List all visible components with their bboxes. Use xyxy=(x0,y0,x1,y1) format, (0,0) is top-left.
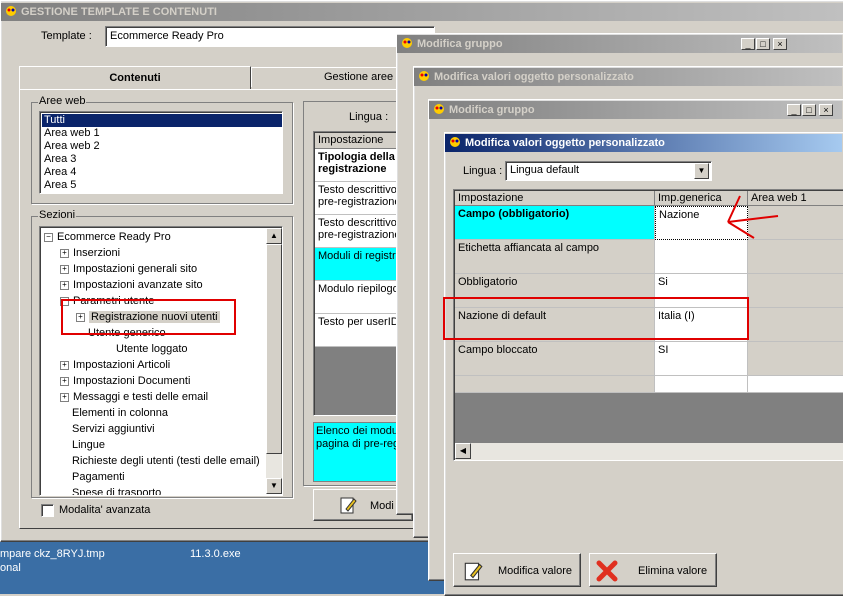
tree-scrollbar[interactable]: ▲ ▼ xyxy=(266,228,282,494)
dialog-titlebar[interactable]: Modifica valori oggetto personalizzato xyxy=(445,134,842,152)
modifica-valore-button[interactable]: Modifica valore xyxy=(453,553,581,587)
dialog-modifica-valori-front: Modifica valori oggetto personalizzato L… xyxy=(444,132,843,596)
tree-item[interactable]: + Impostazioni avanzate sito xyxy=(60,277,203,293)
minimize-button[interactable]: _ xyxy=(787,104,801,116)
edit-icon xyxy=(464,562,483,581)
table-row-empty[interactable] xyxy=(748,376,843,393)
app-icon xyxy=(434,104,444,114)
app-icon xyxy=(402,38,412,48)
grid-hscrollbar[interactable]: ◀ xyxy=(455,443,843,460)
table-row-name[interactable]: Etichetta affiancata al campo xyxy=(455,240,655,274)
dialog-titlebar[interactable]: Modifica gruppo xyxy=(429,101,842,119)
taskbar-item[interactable]: onal xyxy=(0,562,21,574)
table-row-area[interactable] xyxy=(748,240,843,274)
sezioni-tree[interactable]: − Ecommerce Ready Pro + Inserzioni + Impost… xyxy=(39,226,283,496)
tree-item[interactable]: Spese di trasporto xyxy=(72,485,161,495)
expand-icon[interactable]: + xyxy=(60,280,69,290)
tree-item[interactable]: − Ecommerce Ready Pro xyxy=(44,229,171,245)
table-row-empty[interactable] xyxy=(455,376,655,393)
edit-icon xyxy=(340,497,357,514)
tree-item[interactable]: Pagamenti xyxy=(72,469,125,485)
table-row-area[interactable] xyxy=(748,342,843,376)
lingua-label: Lingua : xyxy=(463,165,503,177)
list-item[interactable]: Area 5 xyxy=(44,179,76,191)
annotation-arrow xyxy=(727,195,779,239)
template-label: Template : xyxy=(41,30,92,42)
app-icon xyxy=(6,6,16,16)
maximize-button[interactable]: □ xyxy=(802,104,816,116)
tree-item[interactable]: + Messaggi e testi delle email xyxy=(60,389,208,405)
taskbar-item[interactable]: ckz_8RYJ.tmp xyxy=(34,548,105,560)
close-button[interactable]: × xyxy=(773,38,787,50)
list-item[interactable]: Tutti xyxy=(42,114,282,127)
main-window-titlebar[interactable]: GESTIONE TEMPLATE E CONTENUTI xyxy=(1,3,843,21)
expand-icon[interactable]: + xyxy=(60,360,69,370)
tree-item[interactable]: + Inserzioni xyxy=(60,245,120,261)
list-item[interactable]: Area 3 xyxy=(44,153,76,165)
tab-gestione-aree[interactable]: Gestione aree xyxy=(251,67,411,87)
scroll-down-icon[interactable]: ▼ xyxy=(266,478,282,494)
app-icon xyxy=(450,137,460,147)
tree-item[interactable]: Utente loggato xyxy=(116,341,188,357)
tab-contenuti[interactable]: Contenuti xyxy=(19,66,251,90)
app-icon xyxy=(419,71,429,81)
dialog-titlebar[interactable]: Modifica valori oggetto personalizzato xyxy=(414,68,842,86)
highlight-registrazione xyxy=(61,299,236,335)
tree-item[interactable]: Lingue xyxy=(72,437,105,453)
elimina-valore-button[interactable]: Elimina valore xyxy=(589,553,717,587)
aree-web-list[interactable]: Tutti Area web 1 Area web 2 Area 3 Area … xyxy=(39,111,283,194)
lingua-select[interactable]: Lingua default ▼ xyxy=(505,161,712,181)
expand-icon[interactable]: + xyxy=(60,376,69,386)
maximize-button[interactable]: □ xyxy=(756,38,770,50)
table-row-value[interactable] xyxy=(655,240,748,274)
list-item[interactable]: Area 4 xyxy=(44,166,76,178)
table-row-area[interactable] xyxy=(748,308,843,342)
template-field[interactable]: Ecommerce Ready Pro xyxy=(105,26,435,47)
tree-item[interactable]: Elementi in colonna xyxy=(72,405,168,421)
modalita-avanzata-label: Modalita' avanzata xyxy=(59,504,151,516)
expand-icon[interactable]: + xyxy=(60,264,69,274)
collapse-icon[interactable]: − xyxy=(44,232,53,242)
scroll-left-icon[interactable]: ◀ xyxy=(455,443,471,459)
tree-item[interactable]: Servizi aggiuntivi xyxy=(72,421,155,437)
scroll-up-icon[interactable]: ▲ xyxy=(266,228,282,244)
expand-icon[interactable]: + xyxy=(60,248,69,258)
table-row-name[interactable]: Campo bloccato xyxy=(455,342,655,376)
list-item[interactable]: Area web 2 xyxy=(44,140,100,152)
modalita-avanzata-checkbox[interactable] xyxy=(41,504,54,517)
main-window-title: GESTIONE TEMPLATE E CONTENUTI xyxy=(21,6,217,18)
tree-item[interactable]: + Impostazioni Documenti xyxy=(60,373,190,389)
list-item[interactable]: Area web 1 xyxy=(44,127,100,139)
delete-x-icon xyxy=(596,560,618,582)
expand-icon[interactable]: + xyxy=(60,392,69,402)
tree-item[interactable]: Richieste degli utenti (testi delle emai… xyxy=(72,453,260,469)
table-row-empty[interactable] xyxy=(655,376,748,393)
table-row-area[interactable] xyxy=(748,274,843,308)
taskbar-item[interactable]: 11.3.0.exe xyxy=(190,548,241,560)
lingua-label: Lingua : xyxy=(349,111,389,123)
column-header[interactable]: Impostazione xyxy=(455,191,655,206)
table-row-name[interactable]: Campo (obbligatorio) xyxy=(455,206,655,240)
tree-item[interactable]: + Impostazioni Articoli xyxy=(60,357,170,373)
tree-item[interactable]: + Impostazioni generali sito xyxy=(60,261,197,277)
scroll-thumb[interactable] xyxy=(266,244,282,454)
highlight-nazione-di-default xyxy=(443,297,749,340)
close-button[interactable]: × xyxy=(819,104,833,116)
table-row-value[interactable]: SI xyxy=(655,342,748,376)
taskbar-item[interactable]: mpare xyxy=(0,548,31,560)
minimize-button[interactable]: _ xyxy=(741,38,755,50)
chevron-down-icon[interactable]: ▼ xyxy=(694,163,709,179)
